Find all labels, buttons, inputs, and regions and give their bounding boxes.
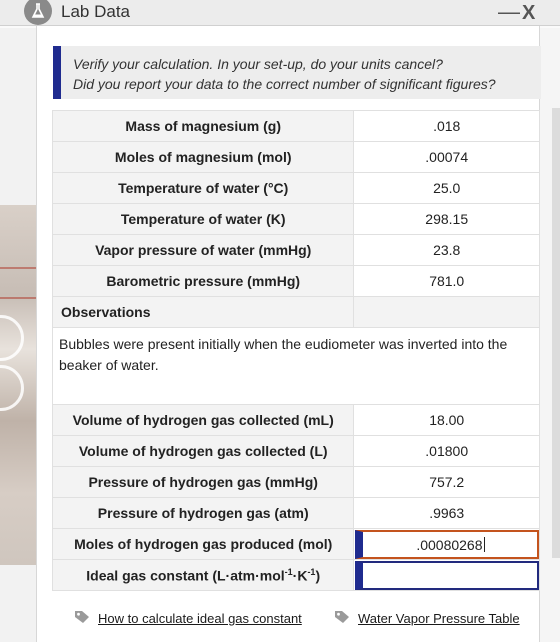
moles-h2-label: Moles of hydrogen gas produced (mol) (51, 528, 355, 560)
flask-icon (22, 0, 52, 26)
ideal-gas-constant-link[interactable]: How to calculate ideal gas constant (98, 611, 302, 626)
gas-constant-input[interactable] (355, 561, 540, 590)
vapor-table-link-row: Water Vapor Pressure Table (334, 610, 520, 627)
tag-icon (334, 610, 350, 627)
row-value: 298.15 (353, 203, 540, 235)
tag-icon (74, 610, 90, 627)
gas-constant-label: Ideal gas constant (L·atm·mol-1·K-1) (51, 559, 355, 591)
notice-line-1: Verify your calculation. In your set-up,… (73, 56, 443, 72)
water-vapor-pressure-table-link[interactable]: Water Vapor Pressure Table (358, 611, 520, 626)
row-value: 757.2 (353, 466, 540, 498)
lab-bench-image (0, 205, 36, 565)
row-value: 25.0 (353, 172, 540, 204)
table-row: Barometric pressure (mmHg) 781.0 (51, 265, 540, 297)
row-label: Barometric pressure (mmHg) (51, 265, 355, 297)
row-label: Pressure of hydrogen gas (mmHg) (51, 466, 355, 498)
moles-h2-cell: .00080268 (353, 528, 540, 560)
verification-notice: Verify your calculation. In your set-up,… (53, 46, 541, 99)
close-button[interactable]: X (522, 1, 535, 25)
table-row: Volume of hydrogen gas collected (L) .01… (51, 435, 540, 467)
table-row: Temperature of water (K) 298.15 (51, 203, 540, 235)
gas-constant-label-end: ) (315, 567, 321, 584)
table-row: Moles of magnesium (mol) .00074 (51, 141, 540, 173)
window-titlebar: Lab Data — X (0, 0, 560, 26)
gas-constant-cell (353, 559, 540, 591)
row-value: .018 (353, 110, 540, 142)
row-label: Temperature of water (K) (51, 203, 355, 235)
row-label: Mass of magnesium (g) (51, 110, 355, 142)
observations-header-row: Observations (51, 296, 540, 328)
ideal-gas-link-row: How to calculate ideal gas constant (74, 610, 302, 627)
row-label: Volume of hydrogen gas collected (mL) (51, 404, 355, 436)
moles-h2-input[interactable]: .00080268 (355, 530, 540, 559)
table-row: Ideal gas constant (L·atm·mol-1·K-1) (51, 559, 540, 591)
lab-data-panel: Verify your calculation. In your set-up,… (36, 26, 541, 642)
row-value: .00074 (353, 141, 540, 173)
gas-constant-sup-1: -1 (284, 566, 293, 577)
row-value: .9963 (353, 497, 540, 529)
row-value: .01800 (353, 435, 540, 467)
table-row: Vapor pressure of water (mmHg) 23.8 (51, 234, 540, 266)
notice-line-2: Did you report your data to the correct … (73, 76, 496, 92)
observations-text: Bubbles were present initially when the … (52, 327, 540, 405)
minimize-button[interactable]: — (498, 0, 520, 24)
gas-constant-label-main: Ideal gas constant (L·atm·mol (86, 567, 285, 584)
row-label: Vapor pressure of water (mmHg) (51, 234, 355, 266)
gas-constant-label-mid: ·K (292, 567, 308, 584)
observations-label: Observations (51, 296, 355, 328)
table-row: Volume of hydrogen gas collected (mL) 18… (51, 404, 540, 436)
background-right-panel (540, 28, 560, 642)
table-row: Mass of magnesium (g) .018 (51, 110, 540, 142)
row-label: Moles of magnesium (mol) (51, 141, 355, 173)
table-row: Pressure of hydrogen gas (mmHg) 757.2 (51, 466, 540, 498)
table-row: Pressure of hydrogen gas (atm) .9963 (51, 497, 540, 529)
moles-h2-value: .00080268 (416, 537, 483, 553)
row-value: 23.8 (353, 234, 540, 266)
observations-header-blank (353, 296, 540, 328)
row-label: Volume of hydrogen gas collected (L) (51, 435, 355, 467)
table-row: Moles of hydrogen gas produced (mol) .00… (51, 528, 540, 560)
lab-data-table: Mass of magnesium (g) .018 Moles of magn… (51, 110, 540, 591)
row-label: Pressure of hydrogen gas (atm) (51, 497, 355, 529)
row-value: 781.0 (353, 265, 540, 297)
row-value: 18.00 (353, 404, 540, 436)
observations-row: Bubbles were present initially when the … (52, 327, 540, 405)
row-label: Temperature of water (°C) (51, 172, 355, 204)
window-title: Lab Data (61, 2, 130, 21)
table-row: Temperature of water (°C) 25.0 (51, 172, 540, 204)
text-cursor (483, 537, 485, 552)
